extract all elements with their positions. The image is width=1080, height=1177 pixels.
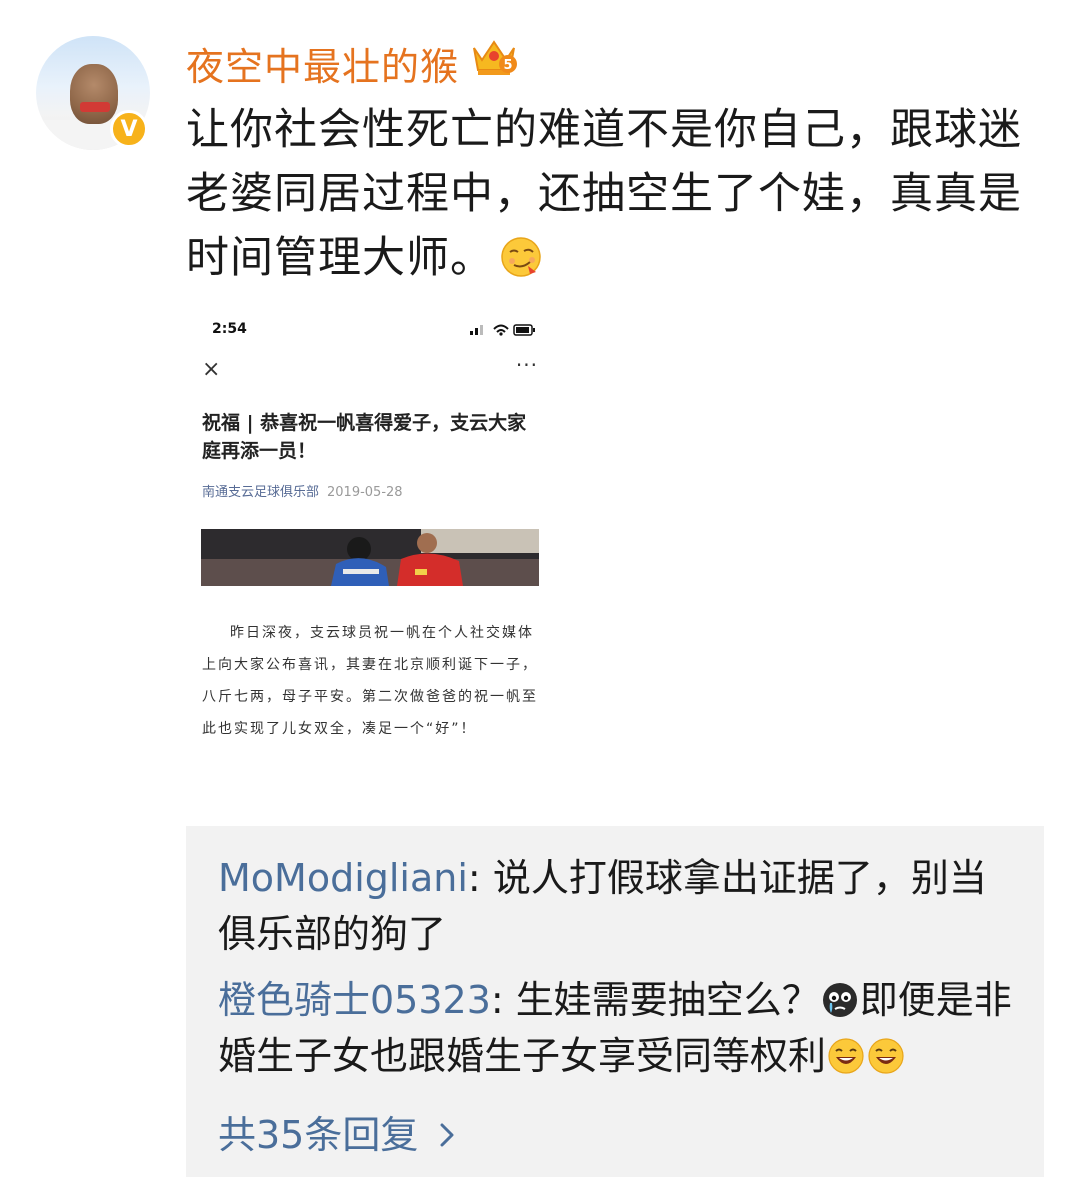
chevron-right-icon	[440, 1123, 454, 1147]
article-source: 南通支云足球俱乐部	[202, 485, 320, 500]
verified-badge-icon: V	[110, 110, 148, 148]
comment-author[interactable]: MoModigliani	[218, 856, 468, 900]
attached-screenshot[interactable]: 2:54 × ··· 祝福 | 恭喜祝一帆喜得爱子，支云大家庭再添一员！ 南通支…	[186, 305, 552, 800]
post-text-content: 让你社会性死亡的难道不是你自己，跟球迷老婆同居过程中，还抽空生了个娃，真真是时间…	[186, 105, 1022, 283]
laughing-emoji-icon	[828, 1038, 864, 1074]
comments-section: MoModigliani: 说人打假球拿出证据了，别当俱乐部的狗了 橙色骑士05…	[186, 826, 1044, 1177]
post-text: 让你社会性死亡的难道不是你自己，跟球迷老婆同居过程中，还抽空生了个娃，真真是时间…	[186, 98, 1056, 290]
article-meta: 南通支云足球俱乐部 2019-05-28	[202, 481, 403, 500]
comment-item[interactable]: MoModigliani: 说人打假球拿出证据了，别当俱乐部的狗了	[218, 850, 1018, 962]
comment-separator: :	[490, 978, 516, 1022]
article-body-text: 昨日深夜，支云球员祝一帆在个人社交媒体上向大家公布喜讯，其妻在北京顺利诞下一子，…	[202, 625, 538, 737]
comment-item[interactable]: 橙色骑士05323: 生娃需要抽空么？ 即便是非婚生子女也跟婚生子女享受同等权利	[218, 972, 1018, 1084]
avatar-scarf	[80, 102, 110, 112]
close-icon: ×	[202, 357, 221, 382]
crown-level: 5	[503, 58, 512, 73]
laughing-emoji-icon	[868, 1038, 904, 1074]
avatar-figure	[70, 64, 118, 124]
username[interactable]: 夜空中最壮的猴	[186, 36, 459, 91]
comment-text: 生娃需要抽空么？	[515, 978, 820, 1022]
article-date: 2019-05-28	[327, 485, 403, 500]
status-time: 2:54	[212, 321, 247, 337]
article-photo	[201, 529, 539, 586]
replies-label: 共35条回复	[218, 1113, 419, 1157]
article-body: 昨日深夜，支云球员祝一帆在个人社交媒体上向大家公布喜讯，其妻在北京顺利诞下一子，…	[202, 617, 540, 745]
view-replies-link[interactable]: 共35条回复	[218, 1104, 462, 1159]
smirk-emoji-icon	[501, 237, 541, 277]
status-bar-icons	[470, 324, 535, 336]
comment-author[interactable]: 橙色骑士05323	[218, 978, 491, 1022]
crying-emoji-icon	[822, 983, 857, 1017]
more-options-icon: ···	[515, 353, 538, 377]
article-title: 祝福 | 恭喜祝一帆喜得爱子，支云大家庭再添一员！	[202, 412, 527, 462]
crown-level-icon: 5	[473, 40, 517, 75]
comment-separator: :	[467, 856, 493, 900]
